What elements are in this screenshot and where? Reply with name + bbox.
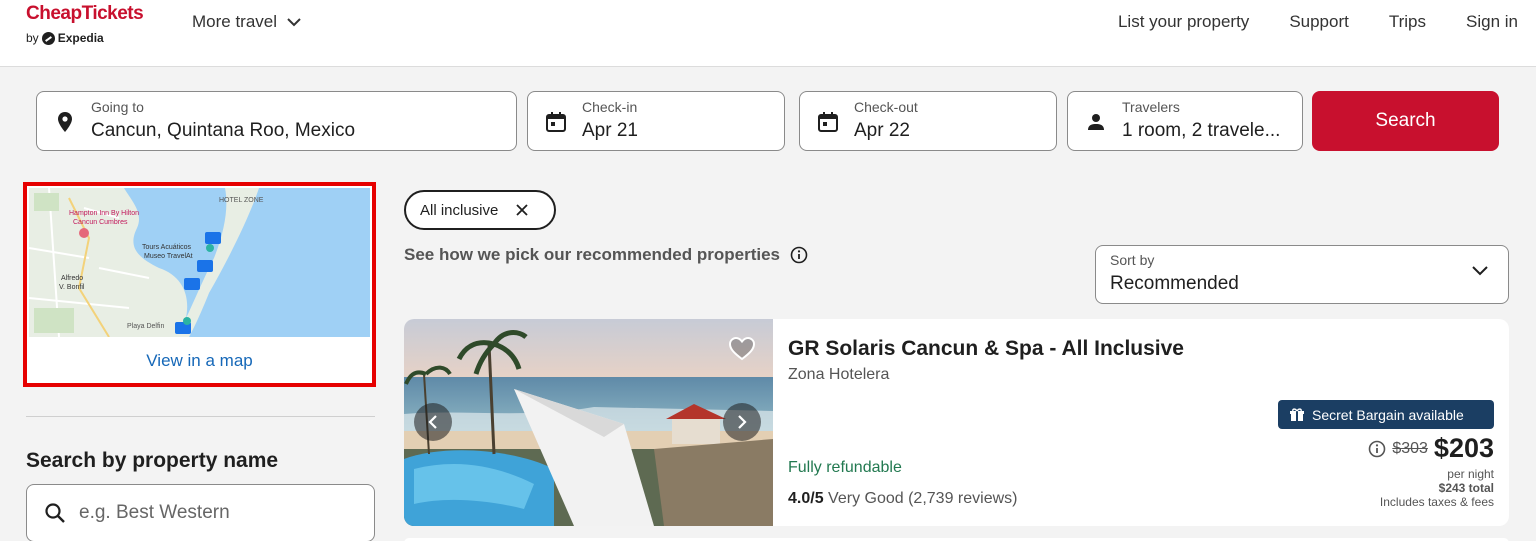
checkout-value: Apr 22 — [854, 120, 910, 141]
top-header: CheapTickets by Expedia More travel List… — [0, 0, 1536, 67]
hotel-name[interactable]: GR Solaris Cancun & Spa - All Inclusive — [788, 337, 1184, 361]
more-travel-label: More travel — [192, 12, 278, 31]
chevron-down-icon — [1472, 266, 1488, 276]
checkout-field[interactable]: Check-out Apr 22 — [799, 91, 1057, 151]
logo-text: CheapTickets — [26, 3, 144, 24]
recommended-info[interactable]: See how we pick our recommended properti… — [404, 245, 808, 265]
header-nav: List your property Support Trips Sign in — [1118, 12, 1518, 32]
travelers-value: 1 room, 2 travele... — [1122, 120, 1281, 141]
property-card[interactable]: GR Solaris Cancun & Spa - All Inclusive … — [404, 319, 1509, 526]
chevron-left-icon — [428, 415, 437, 429]
map-label-museo: Museo TravelAt — [144, 253, 193, 260]
map-label-hotel-zone: HOTEL ZONE — [219, 197, 264, 204]
prev-photo-button[interactable] — [414, 403, 452, 441]
close-icon[interactable] — [516, 204, 529, 216]
next-photo-button[interactable] — [723, 403, 761, 441]
property-search-title: Search by property name — [26, 449, 279, 472]
chip-label: All inclusive — [420, 201, 499, 219]
price-row: $303 $203 — [1368, 433, 1494, 464]
hotel-area: Zona Hotelera — [788, 366, 890, 383]
info-icon[interactable] — [790, 246, 808, 264]
property-name-field[interactable] — [26, 484, 375, 541]
bargain-text: Secret Bargain available — [1312, 406, 1464, 423]
map-preview[interactable]: HOTEL ZONE Hampton Inn By Hilton Cancun … — [29, 188, 370, 337]
calendar-icon — [818, 112, 838, 132]
heart-icon[interactable] — [729, 337, 755, 361]
original-price: $303 — [1392, 439, 1428, 457]
cheaptickets-logo[interactable]: CheapTickets by Expedia — [26, 3, 144, 45]
current-price: $203 — [1433, 433, 1494, 463]
map-label-hampton-2: Cancun Cumbres — [73, 219, 128, 226]
map-label-bonfil: V. Bonfil — [59, 284, 85, 291]
map-preview-card[interactable]: HOTEL ZONE Hampton Inn By Hilton Cancun … — [23, 182, 376, 387]
chevron-down-icon — [287, 17, 301, 26]
location-pin-icon — [58, 112, 72, 132]
checkin-field[interactable]: Check-in Apr 21 — [527, 91, 785, 151]
map-label-alfredo: Alfredo — [61, 275, 83, 282]
travelers-label: Travelers — [1122, 99, 1180, 115]
checkout-label: Check-out — [854, 99, 918, 115]
property-name-input[interactable] — [79, 499, 359, 527]
travelers-field[interactable]: Travelers 1 room, 2 travele... — [1067, 91, 1303, 151]
map-label-hampton: Hampton Inn By Hilton — [69, 210, 139, 217]
going-to-value: Cancun, Quintana Roo, Mexico — [91, 120, 356, 141]
rating-text: Very Good (2,739 reviews) — [828, 490, 1018, 507]
info-icon[interactable] — [1368, 440, 1386, 458]
calendar-icon — [546, 112, 566, 132]
going-to-field[interactable]: Going to Cancun, Quintana Roo, Mexico — [36, 91, 517, 151]
refundable-label: Fully refundable — [788, 459, 902, 476]
nav-list-property[interactable]: List your property — [1118, 12, 1249, 32]
total-price: $243 total — [1438, 481, 1494, 495]
nav-support[interactable]: Support — [1289, 12, 1349, 32]
checkin-value: Apr 21 — [582, 120, 638, 141]
more-travel-menu[interactable]: More travel — [192, 12, 301, 32]
search-button[interactable]: Search — [1312, 91, 1499, 151]
chevron-right-icon — [738, 415, 747, 429]
logo-byline: by Expedia — [26, 31, 143, 45]
sort-value: Recommended — [1110, 273, 1239, 294]
view-in-map-link[interactable]: View in a map — [27, 351, 372, 371]
search-icon — [45, 503, 65, 523]
checkin-label: Check-in — [582, 99, 638, 115]
map-label-tours: Tours Acuáticos — [142, 244, 192, 251]
all-inclusive-filter-chip[interactable]: All inclusive — [404, 190, 556, 230]
person-icon — [1088, 114, 1104, 130]
sort-by-select[interactable]: Sort by Recommended — [1095, 245, 1509, 304]
expedia-icon — [41, 31, 55, 45]
nav-sign-in[interactable]: Sign in — [1466, 12, 1518, 32]
rating: 4.0/5 Very Good (2,739 reviews) — [788, 490, 1017, 508]
property-photo[interactable] — [404, 319, 773, 526]
rating-score: 4.0/5 — [788, 490, 824, 507]
nav-trips[interactable]: Trips — [1389, 12, 1426, 32]
per-night-label: per night — [1447, 467, 1494, 481]
sort-label: Sort by — [1110, 252, 1155, 268]
logo-by: by — [26, 31, 39, 45]
map-label-playa: Playa Delfin — [127, 323, 164, 330]
taxes-note: Includes taxes & fees — [1379, 495, 1494, 509]
going-to-label: Going to — [91, 99, 144, 115]
logo-brand: Expedia — [57, 31, 104, 45]
gift-icon — [1290, 407, 1304, 421]
secret-bargain-badge: Secret Bargain available — [1278, 400, 1494, 429]
recommended-text: See how we pick our recommended properti… — [404, 245, 780, 264]
sidebar-divider — [26, 416, 375, 417]
